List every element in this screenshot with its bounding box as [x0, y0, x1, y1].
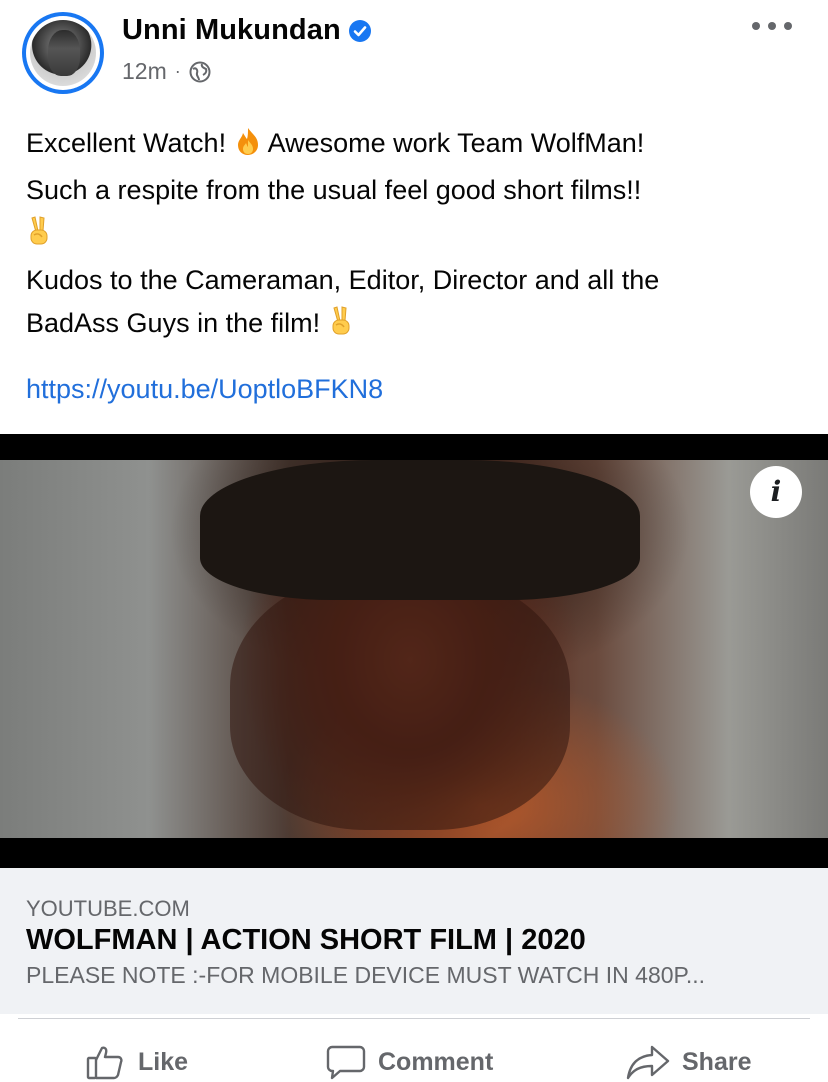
post-text-line-1a: Excellent Watch!: [26, 128, 234, 158]
comment-button[interactable]: Comment: [326, 1044, 493, 1080]
post-text-line-1b: Awesome work Team WolfMan!: [261, 128, 645, 158]
globe-icon: [189, 61, 211, 83]
avatar[interactable]: [22, 12, 104, 94]
victory-hand-emoji-icon: [26, 216, 52, 259]
post-body: Excellent Watch! Awesome work Team WolfM…: [26, 122, 806, 349]
post-header: Unni Mukundan 12m ·: [0, 0, 828, 110]
link-title[interactable]: WOLFMAN | ACTION SHORT FILM | 2020: [26, 924, 586, 957]
link-description: PLEASE NOTE :-FOR MOBILE DEVICE MUST WAT…: [26, 962, 706, 988]
link-domain: YOUTUBE.COM: [26, 896, 190, 921]
post-timestamp[interactable]: 12m: [122, 58, 167, 85]
share-icon: [626, 1045, 670, 1080]
more-options-icon[interactable]: [752, 14, 792, 38]
like-icon: [86, 1046, 123, 1080]
author-name[interactable]: Unni Mukundan: [122, 14, 341, 47]
like-label: Like: [138, 1047, 189, 1076]
fire-emoji-icon: [234, 126, 262, 169]
post-text-line-4: BadAss Guys in the film!: [26, 308, 328, 338]
post-text-line-3: Kudos to the Cameraman, Editor, Director…: [26, 265, 660, 295]
victory-hand-emoji-icon: [328, 306, 354, 349]
verified-badge-icon: [348, 19, 371, 42]
share-button[interactable]: Share: [626, 1044, 751, 1080]
post-link[interactable]: https://youtu.be/UoptloBFKN8: [26, 374, 383, 405]
share-label: Share: [682, 1047, 752, 1076]
video-thumbnail[interactable]: [0, 434, 828, 868]
info-icon[interactable]: i: [750, 466, 802, 518]
comment-icon: [326, 1045, 366, 1080]
post-actions: Like Comment Share: [0, 1030, 828, 1082]
like-button[interactable]: Like: [86, 1044, 188, 1080]
post-text-line-2: Such a respite from the usual feel good …: [26, 175, 642, 205]
meta-separator: ·: [174, 61, 181, 81]
divider: [18, 1018, 810, 1019]
comment-label: Comment: [378, 1047, 494, 1076]
